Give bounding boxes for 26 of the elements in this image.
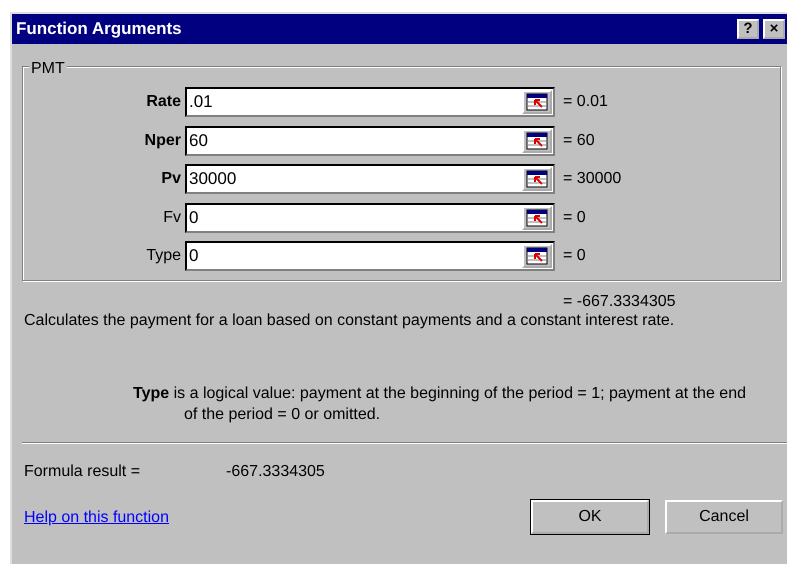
argument-input[interactable]: 0 [185, 202, 555, 233]
argument-label: Rate [145, 92, 182, 112]
cancel-button[interactable]: Cancel [665, 500, 783, 534]
argument-label: Type [145, 246, 182, 266]
ok-button[interactable]: OK [531, 500, 649, 534]
function-description: Calculates the payment for a loan based on constant payments and a constant interest rate. [24, 312, 674, 329]
argument-input[interactable]: 0 [185, 241, 555, 272]
argument-label: Pv [160, 169, 182, 190]
argument-input[interactable]: 30000 [185, 164, 555, 194]
argument-input[interactable]: .01 [185, 87, 555, 118]
window-title: Function Arguments [16, 18, 182, 40]
function-result: = -667.3334305 [563, 293, 676, 310]
argument-value: = 0 [562, 208, 586, 228]
argument-label: Nper [144, 130, 182, 151]
argument-value: = 60 [562, 130, 595, 151]
argument-label: Fv [162, 208, 182, 228]
argument-value: = 0 [562, 246, 586, 266]
formula-result-value: -667.3334305 [226, 462, 325, 482]
argument-value: = 30000 [562, 169, 622, 190]
help-link[interactable]: Help on this function [24, 506, 169, 530]
help-button[interactable]: ? [737, 19, 759, 39]
argument-description: Type is a logical value: payment at the beginning of the period = 1; payment at the end of the period = 0 or omitted. [133, 384, 747, 425]
formula-result-label: Formula result = [24, 462, 140, 482]
close-button[interactable]: × [763, 19, 785, 39]
argument-input[interactable]: 60 [185, 126, 555, 156]
argument-value: = 0.01 [562, 92, 608, 112]
